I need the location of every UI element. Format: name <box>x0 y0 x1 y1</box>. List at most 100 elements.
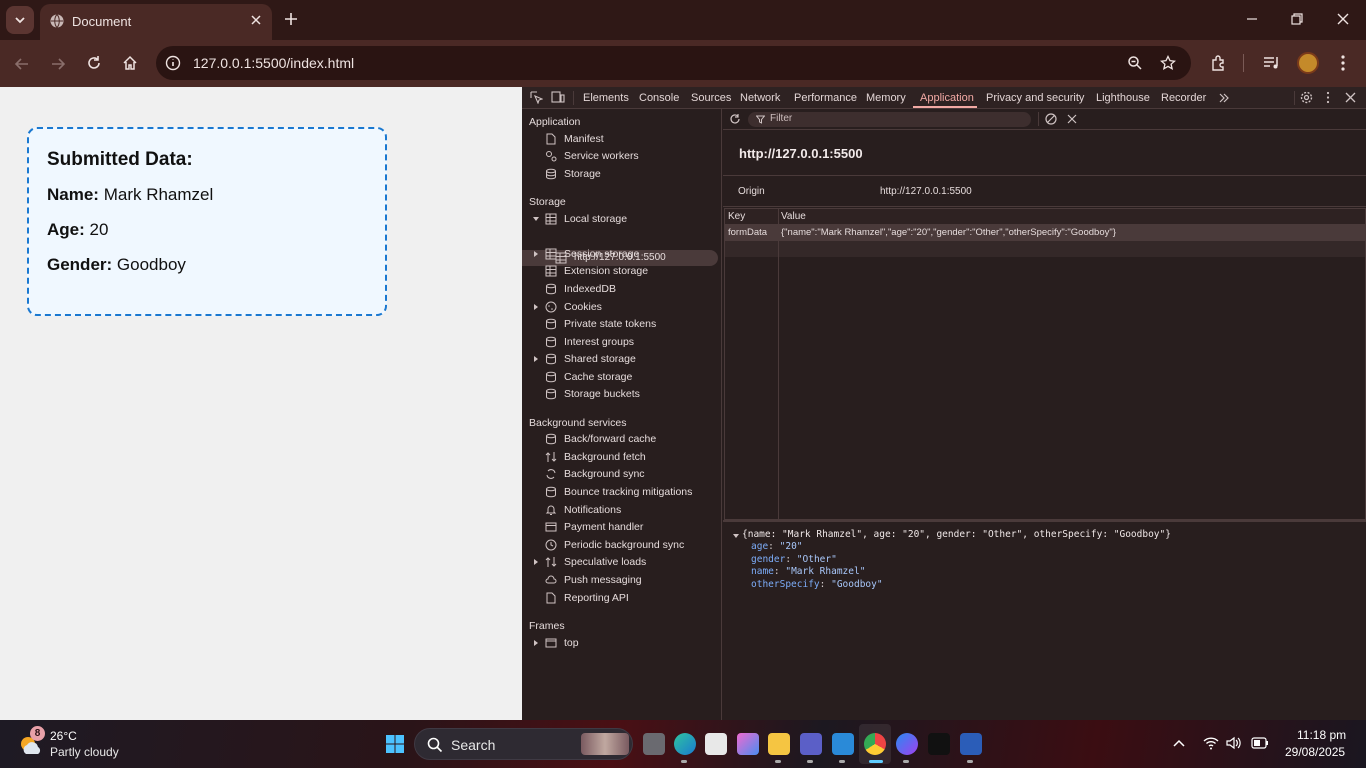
url-text[interactable]: 127.0.0.1:5500/index.html <box>193 55 354 71</box>
sidebar-item-service-workers[interactable]: Service workers <box>564 150 639 162</box>
device-toolbar-icon[interactable] <box>551 91 565 104</box>
close-devtools-icon[interactable] <box>1345 92 1356 103</box>
new-tab-icon[interactable] <box>283 11 299 27</box>
sidebar-item-speculative-loads[interactable]: Speculative loads <box>564 556 646 568</box>
close-window-icon[interactable] <box>1336 12 1350 26</box>
tab-recorder[interactable]: Recorder <box>1161 92 1206 104</box>
teams-icon[interactable] <box>800 733 822 755</box>
profile-avatar[interactable] <box>1297 52 1319 74</box>
sidebar-item-private-state-tokens[interactable]: Private state tokens <box>564 318 656 330</box>
sidebar-item-local-storage[interactable]: Local storage <box>564 213 627 225</box>
settings-gear-icon[interactable] <box>1300 91 1313 104</box>
filter-input[interactable]: Filter <box>748 112 1031 127</box>
sidebar-item-session-storage[interactable]: Session storage <box>564 248 639 260</box>
sidebar-item-background-fetch[interactable]: Background fetch <box>564 451 646 463</box>
sidebar-item-storage-buckets[interactable]: Storage buckets <box>564 388 640 400</box>
row-value[interactable]: {"name":"Mark Rhamzel","age":"20","gende… <box>781 227 1116 238</box>
collapsed-arrow-icon[interactable] <box>532 639 540 647</box>
more-menu-icon[interactable] <box>1336 54 1350 72</box>
gender-line: Gender: Goodboy <box>47 255 367 275</box>
inspect-element-icon[interactable] <box>530 91 543 104</box>
browser-tab[interactable]: Document <box>40 4 272 40</box>
zoom-icon[interactable] <box>1127 55 1143 71</box>
tab-network[interactable]: Network <box>740 92 780 104</box>
weather-condition[interactable]: Partly cloudy <box>50 745 119 759</box>
messenger-icon[interactable] <box>896 733 918 755</box>
address-bar[interactable]: 127.0.0.1:5500/index.html <box>156 46 1191 80</box>
extensions-icon[interactable] <box>1210 54 1228 72</box>
sidebar-item-storage[interactable]: Storage <box>564 168 601 180</box>
sidebar-item-notifications[interactable]: Notifications <box>564 504 621 516</box>
temperature[interactable]: 26°C <box>50 729 77 743</box>
tab-console[interactable]: Console <box>639 92 679 104</box>
chevron-up-icon[interactable] <box>1172 738 1186 748</box>
battery-icon[interactable] <box>1251 737 1269 749</box>
edge-icon[interactable] <box>674 733 696 755</box>
sidebar-item-bounce-tracking[interactable]: Bounce tracking mitigations <box>564 486 692 498</box>
sidebar-item-push-messaging[interactable]: Push messaging <box>564 574 642 586</box>
expanded-arrow-icon[interactable] <box>532 215 540 223</box>
row-key[interactable]: formData <box>728 227 767 238</box>
bookmark-star-icon[interactable] <box>1160 55 1176 71</box>
collapsed-arrow-icon[interactable] <box>532 250 540 258</box>
sidebar-item-back-forward-cache[interactable]: Back/forward cache <box>564 433 656 445</box>
collapsed-arrow-icon[interactable] <box>532 558 540 566</box>
site-info-icon[interactable] <box>165 55 181 71</box>
filter-funnel-icon <box>756 115 765 124</box>
media-controls-icon[interactable] <box>1263 55 1281 71</box>
devtools-tab-bar: Elements Console Sources Network Perform… <box>522 87 1366 109</box>
store-icon[interactable] <box>705 733 727 755</box>
column-header-key[interactable]: Key <box>728 211 745 222</box>
tab-privacy-security[interactable]: Privacy and security <box>986 92 1084 104</box>
reload-icon[interactable] <box>86 55 102 71</box>
tab-memory[interactable]: Memory <box>866 92 906 104</box>
taskbar-search[interactable]: Search <box>414 728 633 760</box>
task-view-icon[interactable] <box>643 733 665 755</box>
tiktok-icon[interactable] <box>928 733 950 755</box>
sidebar-item-periodic-background-sync[interactable]: Periodic background sync <box>564 539 684 551</box>
restore-icon[interactable] <box>1290 12 1304 26</box>
home-icon[interactable] <box>122 55 138 71</box>
sidebar-item-top-frame[interactable]: top <box>564 637 579 649</box>
sidebar-item-shared-storage[interactable]: Shared storage <box>564 353 636 365</box>
forward-icon[interactable] <box>50 56 66 72</box>
word-icon[interactable] <box>960 733 982 755</box>
back-icon[interactable] <box>14 56 30 72</box>
collapsed-arrow-icon[interactable] <box>532 355 540 363</box>
sidebar-item-cache-storage[interactable]: Cache storage <box>564 371 632 383</box>
close-tab-icon[interactable] <box>250 14 262 26</box>
vscode-icon[interactable] <box>832 733 854 755</box>
tab-application[interactable]: Application <box>920 92 974 104</box>
expanded-arrow-icon[interactable] <box>732 532 740 540</box>
clock-time[interactable]: 11:18 pm <box>1297 728 1346 742</box>
wifi-icon[interactable] <box>1203 736 1219 750</box>
delete-selected-icon[interactable] <box>1067 114 1077 124</box>
sidebar-item-interest-groups[interactable]: Interest groups <box>564 336 634 348</box>
devtools-menu-icon[interactable] <box>1324 91 1332 104</box>
tab-sources[interactable]: Sources <box>691 92 731 104</box>
sidebar-item-extension-storage[interactable]: Extension storage <box>564 265 648 277</box>
sidebar-item-indexeddb[interactable]: IndexedDB <box>564 283 616 295</box>
tab-performance[interactable]: Performance <box>794 92 857 104</box>
tab-elements[interactable]: Elements <box>583 92 629 104</box>
tab-lighthouse[interactable]: Lighthouse <box>1096 92 1150 104</box>
chrome-icon[interactable] <box>864 733 886 755</box>
file-explorer-icon[interactable] <box>768 733 790 755</box>
column-header-value[interactable]: Value <box>781 211 806 222</box>
windows-start-icon[interactable] <box>386 735 404 753</box>
refresh-icon[interactable] <box>729 113 741 125</box>
sidebar-item-background-sync[interactable]: Background sync <box>564 468 645 480</box>
copilot-icon[interactable] <box>737 733 759 755</box>
table-row[interactable]: formData {"name":"Mark Rhamzel","age":"2… <box>725 225 1365 241</box>
more-tabs-icon[interactable] <box>1218 92 1230 104</box>
sidebar-item-payment-handler[interactable]: Payment handler <box>564 521 643 533</box>
sidebar-item-reporting-api[interactable]: Reporting API <box>564 592 629 604</box>
minimize-icon[interactable] <box>1245 12 1259 26</box>
collapsed-arrow-icon[interactable] <box>532 303 540 311</box>
volume-icon[interactable] <box>1226 736 1242 750</box>
clock-date[interactable]: 29/08/2025 <box>1285 745 1345 759</box>
sidebar-item-cookies[interactable]: Cookies <box>564 301 602 313</box>
tab-list-button[interactable] <box>6 6 34 34</box>
clear-all-icon[interactable] <box>1045 113 1057 125</box>
sidebar-item-manifest[interactable]: Manifest <box>564 133 604 145</box>
